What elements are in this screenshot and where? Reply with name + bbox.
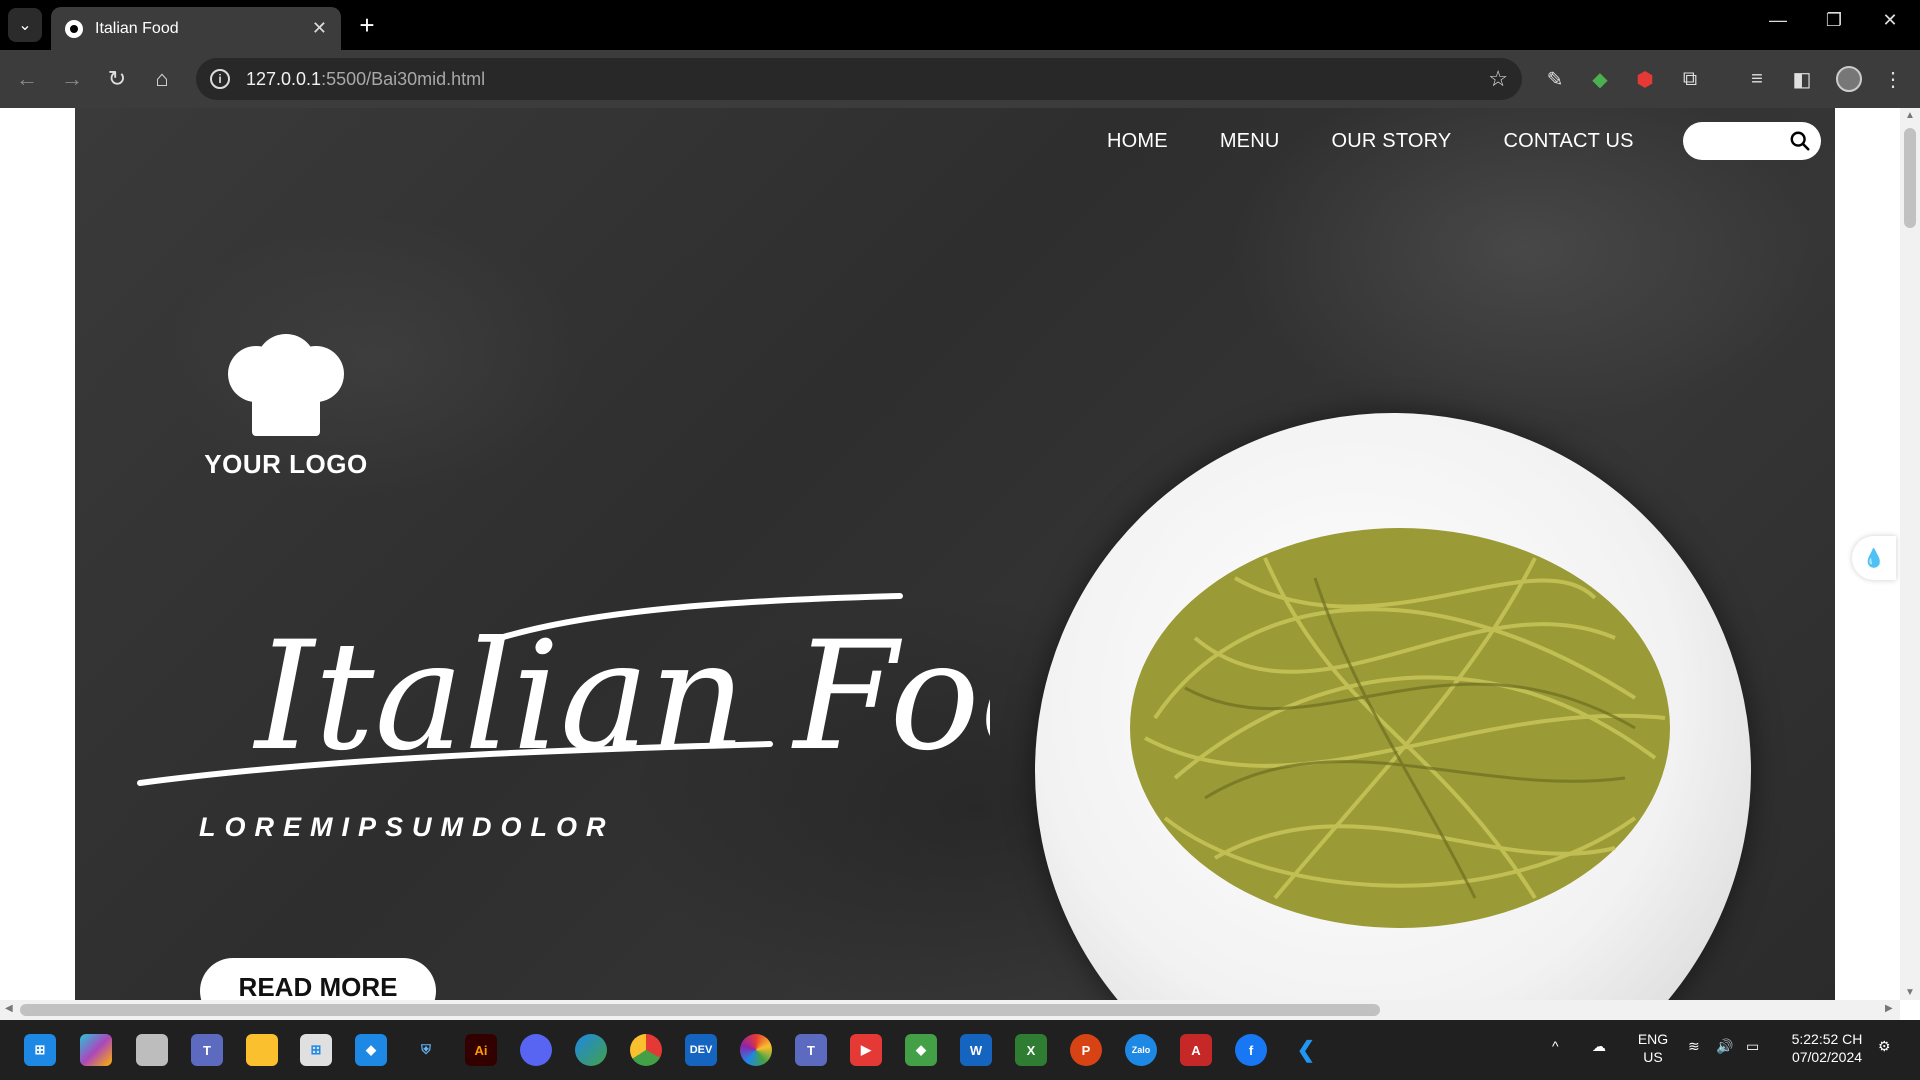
- pasta-image: [1130, 528, 1670, 928]
- word-icon[interactable]: W: [960, 1034, 992, 1066]
- access-icon[interactable]: A: [1180, 1034, 1212, 1066]
- minimize-button[interactable]: —: [1758, 10, 1798, 31]
- clock-time: 5:22:52 CH: [1791, 1031, 1863, 1047]
- clock[interactable]: 5:22:52 CH 07/02/2024: [1784, 1030, 1870, 1066]
- side-panel-icon[interactable]: ◧: [1787, 64, 1817, 94]
- tab-close-icon[interactable]: ✕: [312, 18, 327, 39]
- volume-icon[interactable]: 🔊: [1716, 1038, 1733, 1055]
- onedrive-icon[interactable]: ☁: [1592, 1038, 1606, 1055]
- copilot-icon[interactable]: [80, 1034, 112, 1066]
- task-view-icon[interactable]: [136, 1034, 168, 1066]
- site-info-icon[interactable]: i: [210, 69, 230, 89]
- vscode-icon[interactable]: ❮: [1290, 1034, 1322, 1066]
- tab-title: Italian Food: [95, 19, 179, 37]
- security-icon[interactable]: ⛨: [410, 1034, 442, 1066]
- teams-2-icon[interactable]: T: [795, 1034, 827, 1066]
- color-extension-icon[interactable]: ◆: [1585, 64, 1615, 94]
- search-icon[interactable]: [1789, 130, 1811, 152]
- devhome-icon[interactable]: DEV: [685, 1034, 717, 1066]
- nav-home-link[interactable]: HOME: [1107, 130, 1168, 153]
- nav-contact-link[interactable]: CONTACT US: [1503, 130, 1633, 153]
- nav-our-story-link[interactable]: OUR STORY: [1332, 130, 1452, 153]
- floating-extension-button[interactable]: 💧: [1852, 536, 1896, 580]
- forward-button[interactable]: →: [57, 64, 87, 94]
- main-nav: HOME MENU OUR STORY CONTACT US: [1107, 130, 1634, 153]
- browser-toolbar: ← → ↻ ⌂ i 127.0.0.1 :5500/Bai30mid.html …: [0, 50, 1920, 108]
- eyedropper-extension-icon[interactable]: ✎: [1540, 64, 1570, 94]
- url-path: :5500/Bai30mid.html: [321, 68, 486, 89]
- region-code: US: [1643, 1049, 1663, 1065]
- tray-overflow-icon[interactable]: ^: [1552, 1038, 1559, 1054]
- hero-section: HOME MENU OUR STORY CONTACT US YOUR LOGO…: [75, 108, 1835, 1000]
- scroll-up-arrow-icon[interactable]: ▲: [1900, 110, 1920, 121]
- address-bar[interactable]: i 127.0.0.1 :5500/Bai30mid.html ☆: [196, 58, 1522, 100]
- zalo-icon[interactable]: Zalo: [1125, 1034, 1157, 1066]
- colors-app-icon[interactable]: [740, 1034, 772, 1066]
- home-button[interactable]: ⌂: [147, 64, 177, 94]
- illustrator-icon[interactable]: Ai: [465, 1034, 497, 1066]
- excel-icon[interactable]: X: [1015, 1034, 1047, 1066]
- scroll-left-arrow-icon[interactable]: ◀: [5, 1003, 13, 1014]
- windows-taskbar: ⊞ T ⊞ ◆ ⛨ Ai DEV T ▶ ◆ W X P Zalo A f ❮ …: [0, 1020, 1920, 1080]
- hero-title: Italian Food: [137, 593, 990, 786]
- bookmark-star-icon[interactable]: ☆: [1488, 66, 1508, 92]
- battery-icon[interactable]: ▭: [1746, 1038, 1759, 1055]
- discord-icon[interactable]: [520, 1034, 552, 1066]
- powerpoint-icon[interactable]: P: [1070, 1034, 1102, 1066]
- media-control-icon[interactable]: ≡: [1742, 64, 1772, 94]
- hero-tagline: LOREMIPSUMDOLOR: [199, 812, 615, 842]
- back-button[interactable]: ←: [12, 64, 42, 94]
- url-host: 127.0.0.1: [246, 68, 322, 89]
- page-viewport: HOME MENU OUR STORY CONTACT US YOUR LOGO…: [0, 108, 1900, 1000]
- store-icon[interactable]: ⊞: [300, 1034, 332, 1066]
- close-window-button[interactable]: ✕: [1870, 10, 1910, 31]
- youtube-icon[interactable]: ▶: [850, 1034, 882, 1066]
- site-logo[interactable]: YOUR LOGO: [201, 334, 371, 480]
- vertical-scrollbar[interactable]: ▲ ▼: [1900, 108, 1920, 1000]
- chef-hat-icon: [228, 334, 344, 436]
- adblock-extension-icon[interactable]: ⬢: [1630, 64, 1660, 94]
- reload-button[interactable]: ↻: [102, 64, 132, 94]
- site-favicon-icon: [65, 19, 83, 38]
- browser-tab-bar: ⌄ Italian Food ✕ + — ❐ ✕: [0, 0, 1920, 50]
- hero-title-text: Italian Food: [252, 610, 990, 784]
- chrome-icon[interactable]: [630, 1034, 662, 1066]
- facebook-icon[interactable]: f: [1235, 1034, 1267, 1066]
- browser-tab-active[interactable]: Italian Food ✕: [51, 7, 341, 50]
- scroll-down-arrow-icon[interactable]: ▼: [1900, 987, 1920, 998]
- restore-button[interactable]: ❐: [1814, 10, 1854, 31]
- extensions-puzzle-icon[interactable]: ⧉: [1675, 64, 1705, 94]
- language-code: ENG: [1637, 1031, 1669, 1047]
- logo-text: YOUR LOGO: [204, 449, 368, 479]
- horizontal-scrollbar[interactable]: ◀ ▶: [0, 1000, 1900, 1020]
- vertical-scroll-thumb[interactable]: [1904, 128, 1916, 228]
- horizontal-scroll-thumb[interactable]: [20, 1004, 1380, 1016]
- dropbox-icon[interactable]: ◆: [355, 1034, 387, 1066]
- teams-icon[interactable]: T: [191, 1034, 223, 1066]
- git-icon[interactable]: ◆: [905, 1034, 937, 1066]
- file-explorer-icon[interactable]: [246, 1034, 278, 1066]
- windows-start-icon[interactable]: ⊞: [24, 1034, 56, 1066]
- read-more-button[interactable]: READ MORE: [200, 958, 436, 1000]
- nav-menu-link[interactable]: MENU: [1220, 130, 1280, 153]
- new-tab-button[interactable]: +: [352, 10, 382, 40]
- scroll-right-arrow-icon[interactable]: ▶: [1885, 1003, 1893, 1014]
- search-input[interactable]: [1683, 122, 1821, 160]
- browser-menu-icon[interactable]: ⋮: [1878, 64, 1908, 94]
- tab-search-button[interactable]: ⌄: [8, 8, 42, 42]
- edge-icon[interactable]: [575, 1034, 607, 1066]
- profile-avatar[interactable]: [1834, 64, 1864, 94]
- notifications-icon[interactable]: ⚙: [1878, 1038, 1891, 1055]
- clock-date: 07/02/2024: [1791, 1049, 1863, 1065]
- wifi-icon[interactable]: ≋: [1688, 1038, 1700, 1055]
- language-indicator[interactable]: ENG US: [1636, 1030, 1670, 1066]
